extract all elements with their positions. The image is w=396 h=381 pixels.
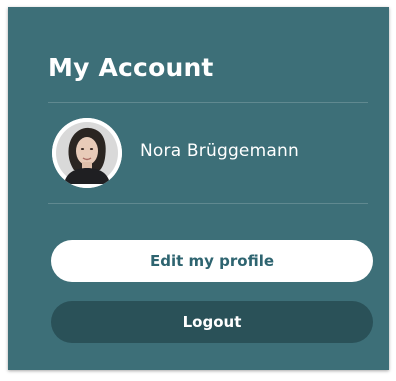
logout-button[interactable]: Logout [51, 301, 373, 343]
panel-title: My Account [48, 53, 214, 82]
user-name: Nora Brüggemann [140, 141, 299, 161]
user-photo-icon [52, 118, 122, 188]
divider-top [48, 102, 368, 103]
my-account-panel: My Account Nora Brüggemann Edit my profi… [8, 7, 389, 370]
divider-bottom [48, 203, 368, 204]
avatar [52, 118, 122, 188]
edit-profile-button[interactable]: Edit my profile [51, 240, 373, 282]
